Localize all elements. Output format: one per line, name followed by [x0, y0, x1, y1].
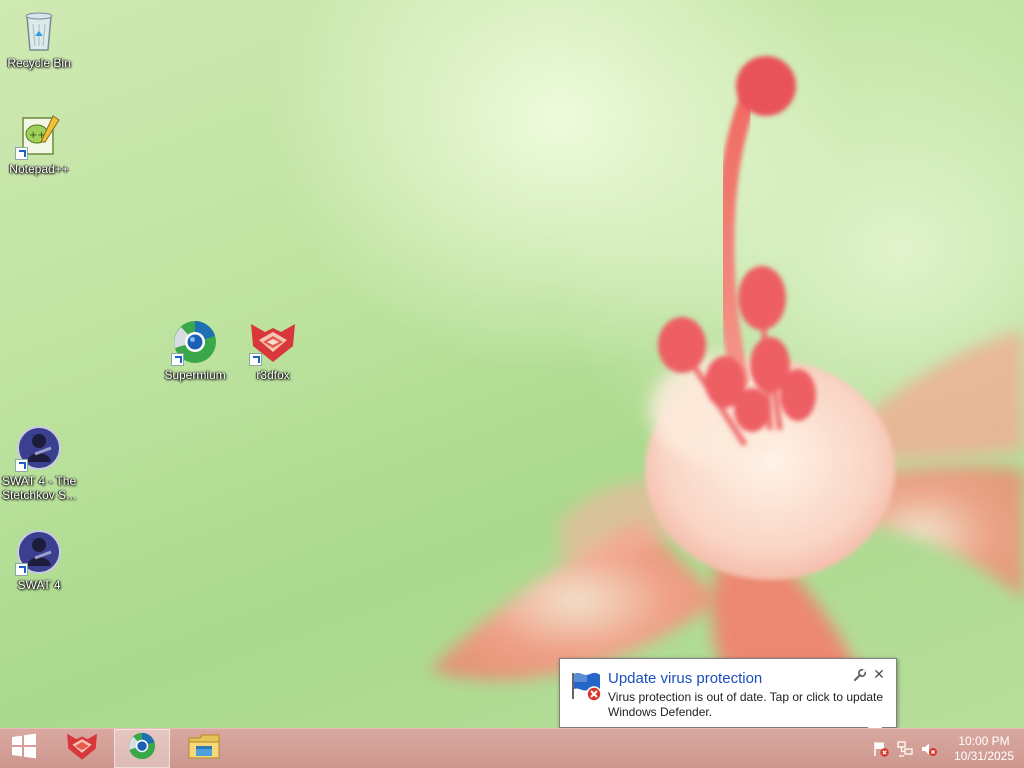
supermium-browser-icon: [171, 318, 219, 366]
desktop-icon-swat4[interactable]: SWAT 4: [0, 528, 78, 592]
volume-muted-icon[interactable]: [918, 738, 940, 760]
notification-message: Virus protection is out of date. Tap or …: [608, 690, 884, 719]
swat4-game-icon: [15, 424, 63, 472]
r3dfox-browser-icon: [249, 318, 297, 366]
recycle-bin-icon: [15, 6, 63, 54]
shortcut-arrow-icon: [15, 563, 28, 576]
desktop-icon-supermium[interactable]: Supermium: [156, 318, 234, 382]
desktop-icon-label: SWAT 4: [17, 578, 61, 592]
action-center-flag-error-icon[interactable]: [870, 738, 892, 760]
clock-time: 10:00 PM: [958, 733, 1010, 748]
notification-title: Update virus protection: [608, 670, 763, 687]
network-icon[interactable]: [894, 738, 916, 760]
r3dfox-browser-icon: [65, 731, 99, 766]
start-button[interactable]: [0, 729, 48, 768]
taskbar: 10:00 PM 10/31/2025: [0, 728, 1024, 768]
system-tray: 10:00 PM 10/31/2025: [870, 729, 1024, 768]
windows-logo-icon: [11, 733, 37, 764]
supermium-browser-icon: [127, 731, 157, 766]
desktop-icon-recycle-bin[interactable]: Recycle Bin: [0, 6, 78, 70]
desktop[interactable]: Recycle Bin ++ Notepad++ Supermium r3dfo…: [0, 0, 1024, 728]
shortcut-arrow-icon: [171, 353, 184, 366]
desktop-icon-label: Supermium: [164, 368, 226, 382]
taskbar-item-r3dfox[interactable]: [54, 729, 110, 768]
close-icon[interactable]: ✕: [872, 666, 886, 682]
windows-defender-flag-error-icon: [570, 669, 604, 703]
taskbar-clock[interactable]: 10:00 PM 10/31/2025: [948, 734, 1020, 764]
taskbar-item-file-explorer[interactable]: [176, 729, 232, 768]
desktop-icon-label: Notepad++: [9, 162, 69, 176]
shortcut-arrow-icon: [15, 147, 28, 160]
shortcut-arrow-icon: [15, 459, 28, 472]
desktop-icon-notepad-plus-plus[interactable]: ++ Notepad++: [0, 112, 78, 176]
clock-date: 10/31/2025: [953, 748, 1015, 763]
desktop-icon-label: r3dfox: [256, 368, 290, 382]
notification-balloon[interactable]: Update virus protection Virus protection…: [559, 658, 897, 728]
desktop-icon-r3dfox[interactable]: r3dfox: [234, 318, 312, 382]
file-explorer-icon: [188, 732, 220, 765]
wrench-settings-icon[interactable]: [853, 668, 867, 682]
desktop-icon-label: Recycle Bin: [7, 56, 71, 70]
wallpaper-flower-image: [430, 56, 1024, 728]
taskbar-item-supermium[interactable]: [114, 729, 170, 768]
shortcut-arrow-icon: [249, 353, 262, 366]
desktop-icon-label: SWAT 4 - The Stetchkov S...: [1, 474, 77, 502]
notepad-plus-plus-icon: ++: [15, 112, 63, 160]
swat4-game-icon: [15, 528, 63, 576]
desktop-icon-swat4-stetchkov[interactable]: SWAT 4 - The Stetchkov S...: [0, 424, 78, 502]
